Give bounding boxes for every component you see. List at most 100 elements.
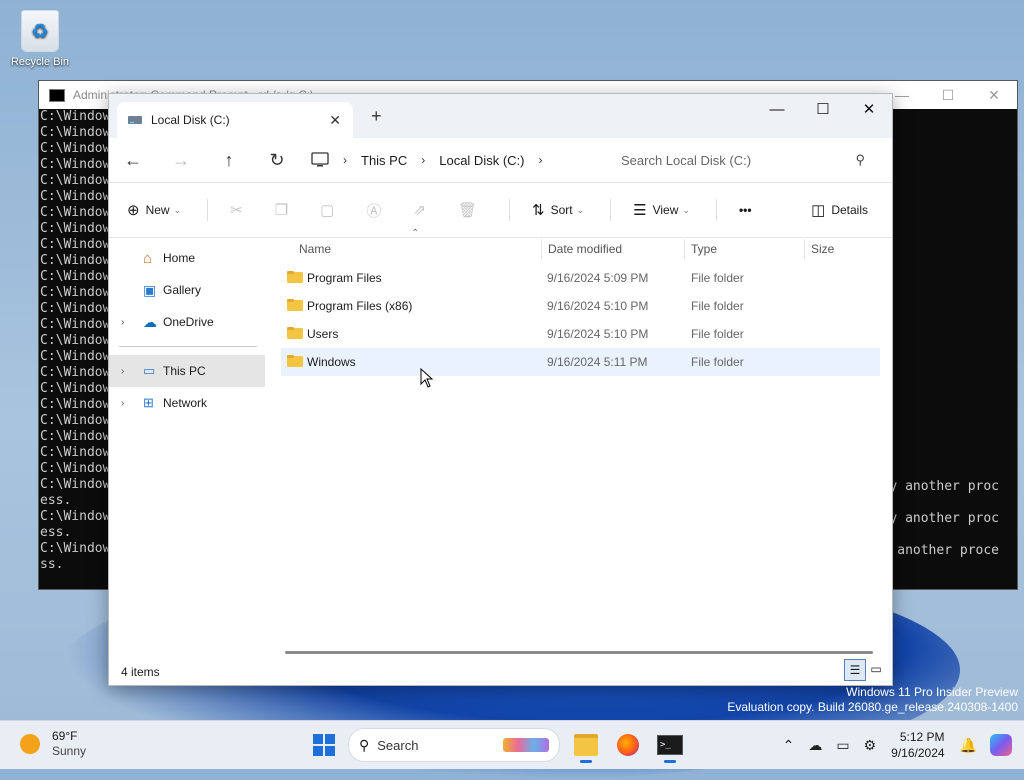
trash-icon: 🗑 xyxy=(457,202,477,219)
firefox-taskbar-button[interactable] xyxy=(610,727,646,763)
cut-button[interactable]: ✂ xyxy=(230,201,249,219)
network-volume-icon[interactable]: ⚙ xyxy=(864,737,877,754)
column-header-date[interactable]: Date modified xyxy=(541,239,622,259)
table-row[interactable]: Program Files 9/16/2024 5:09 PM File fol… xyxy=(269,264,892,292)
chevron-right-icon: › xyxy=(421,153,426,167)
horizontal-scrollbar[interactable] xyxy=(285,651,873,654)
tab-label: Local Disk (C:) xyxy=(151,113,230,127)
copy-button[interactable]: ❐ xyxy=(275,201,294,219)
divider xyxy=(715,199,717,221)
details-label: Details xyxy=(831,203,868,217)
sidebar-item-onedrive[interactable]: › ☁ OneDrive xyxy=(109,306,265,338)
paste-button[interactable]: ▢ xyxy=(320,201,340,219)
view-label: View xyxy=(652,203,679,217)
column-header-name[interactable]: Name xyxy=(299,242,331,256)
maximize-button[interactable]: ☐ xyxy=(800,94,846,124)
new-button[interactable]: ⊕ New ⌄ xyxy=(127,201,181,219)
taskbar-search-label: Search xyxy=(377,737,419,753)
sidebar-item-this-pc[interactable]: › ▭ This PC xyxy=(109,355,265,387)
up-button[interactable]: ↑ xyxy=(205,150,253,171)
sidebar-item-label: Network xyxy=(163,396,208,410)
more-icon: ••• xyxy=(738,203,752,217)
details-pane-button[interactable]: ◫ Details xyxy=(811,201,868,219)
sort-button[interactable]: ⇅ Sort ⌄ xyxy=(532,201,584,219)
new-label: New xyxy=(145,203,170,217)
cmd-output-right: another proce xyxy=(897,543,999,558)
clock[interactable]: 5:12 PM 9/16/2024 xyxy=(891,729,944,761)
column-header-type[interactable]: Type xyxy=(684,239,717,259)
tiles-view-icon[interactable]: ▭ xyxy=(866,659,886,679)
plus-circle-icon: ⊕ xyxy=(127,202,140,219)
divider xyxy=(509,199,510,221)
address-bar[interactable]: › This PC › Local Disk (C:) › xyxy=(311,144,601,176)
view-button[interactable]: ☰ View ⌄ xyxy=(633,201,690,219)
weather-widget[interactable]: 69°F Sunny xyxy=(20,729,86,759)
more-options-button[interactable]: ••• xyxy=(739,203,752,217)
share-button[interactable]: ⇗ xyxy=(413,201,432,219)
start-button[interactable] xyxy=(306,727,342,763)
table-row[interactable]: Windows 9/16/2024 5:11 PM File folder xyxy=(281,348,880,376)
file-list: ⌃ Name Date modified Type Size Program F… xyxy=(269,228,892,656)
evaluation-watermark: Windows 11 Pro Insider Preview Evaluatio… xyxy=(727,685,1018,715)
sort-label: Sort xyxy=(550,203,573,217)
back-button[interactable]: ← xyxy=(109,150,157,171)
search-icon: ⚲ xyxy=(855,152,865,167)
command-bar: ⊕ New ⌄ ✂ ❐ ▢ Ⓐ ⇗ 🗑 ⇅ Sort ⌄ ☰ View ⌄ ••• ◫ Det… xyxy=(109,182,892,238)
sun-icon xyxy=(20,734,40,754)
breadcrumb-local-disk[interactable]: Local Disk (C:) xyxy=(439,153,524,168)
row-date: 9/16/2024 5:10 PM xyxy=(547,299,649,313)
chevron-up-icon[interactable]: ⌃ xyxy=(783,737,795,754)
breadcrumb-this-pc[interactable]: This PC xyxy=(361,153,407,168)
recycle-bin-label: Recycle Bin xyxy=(10,56,70,68)
onedrive-offline-icon[interactable]: ☁ xyxy=(808,737,822,754)
chevron-down-icon: ⌄ xyxy=(576,204,585,215)
details-view-icon[interactable]: ☰ xyxy=(844,659,866,681)
clock-date: 9/16/2024 xyxy=(891,746,945,760)
sidebar-item-gallery[interactable]: ▣ Gallery xyxy=(109,274,265,306)
rename-button[interactable]: Ⓐ xyxy=(366,200,387,221)
chevron-right-icon: › xyxy=(343,153,347,167)
close-tab-icon[interactable]: ✕ xyxy=(329,112,341,129)
network-icon: ⊞ xyxy=(143,395,154,410)
notification-bell-icon[interactable]: 🔔 xyxy=(960,737,977,754)
delete-button[interactable]: 🗑 xyxy=(458,201,483,219)
file-explorer-window[interactable]: Local Disk (C:) ✕ + — ☐ ✕ ← → ↑ ↻ › This… xyxy=(108,93,893,686)
chevron-right-icon[interactable]: › xyxy=(121,398,124,409)
view-switcher: ☰ ▭ xyxy=(844,659,886,681)
close-button[interactable]: ✕ xyxy=(846,94,892,124)
row-date: 9/16/2024 5:11 PM xyxy=(547,355,648,369)
sidebar-item-network[interactable]: › ⊞ Network xyxy=(109,387,265,419)
refresh-button[interactable]: ↻ xyxy=(253,150,301,171)
row-type: File folder xyxy=(691,355,744,369)
forward-button[interactable]: → xyxy=(157,150,205,171)
copilot-icon[interactable] xyxy=(990,734,1012,756)
minimize-button[interactable]: — xyxy=(754,94,800,124)
sidebar-item-label: OneDrive xyxy=(163,315,214,329)
row-date: 9/16/2024 5:09 PM xyxy=(547,271,649,285)
chevron-right-icon: › xyxy=(538,153,543,167)
terminal-taskbar-button[interactable]: >_ xyxy=(652,727,688,763)
firefox-icon xyxy=(617,734,639,756)
chevron-right-icon[interactable]: › xyxy=(121,366,124,377)
tab-local-disk[interactable]: Local Disk (C:) ✕ xyxy=(117,102,353,138)
search-input[interactable]: Search Local Disk (C:) ⚲ xyxy=(621,144,871,176)
new-tab-button[interactable]: + xyxy=(371,106,382,127)
sort-icon: ⇅ xyxy=(532,202,545,219)
weather-temp: 69°F xyxy=(52,729,78,743)
display-icon[interactable]: ▭ xyxy=(836,737,849,754)
table-row[interactable]: Users 9/16/2024 5:10 PM File folder xyxy=(269,320,892,348)
sidebar-item-label: Gallery xyxy=(163,283,202,297)
explorer-titlebar[interactable]: Local Disk (C:) ✕ + — ☐ ✕ xyxy=(109,94,892,138)
taskbar-search[interactable]: ⚲ Search xyxy=(348,728,560,762)
file-explorer-taskbar-button[interactable] xyxy=(568,727,604,763)
recycle-bin[interactable]: ♻ Recycle Bin xyxy=(8,8,72,68)
cmd-maximize-button[interactable]: ☐ xyxy=(925,87,971,104)
row-name: Program Files (x86) xyxy=(307,299,413,313)
cmd-output-right: y another proc xyxy=(889,511,999,526)
watermark-line: Windows 11 Pro Insider Preview xyxy=(846,685,1018,699)
table-row[interactable]: Program Files (x86) 9/16/2024 5:10 PM Fi… xyxy=(269,292,892,320)
chevron-right-icon[interactable]: › xyxy=(121,317,124,328)
sidebar-item-home[interactable]: ⌂ Home xyxy=(109,242,265,274)
cmd-close-button[interactable]: ✕ xyxy=(971,87,1017,104)
column-header-size[interactable]: Size xyxy=(804,239,834,259)
